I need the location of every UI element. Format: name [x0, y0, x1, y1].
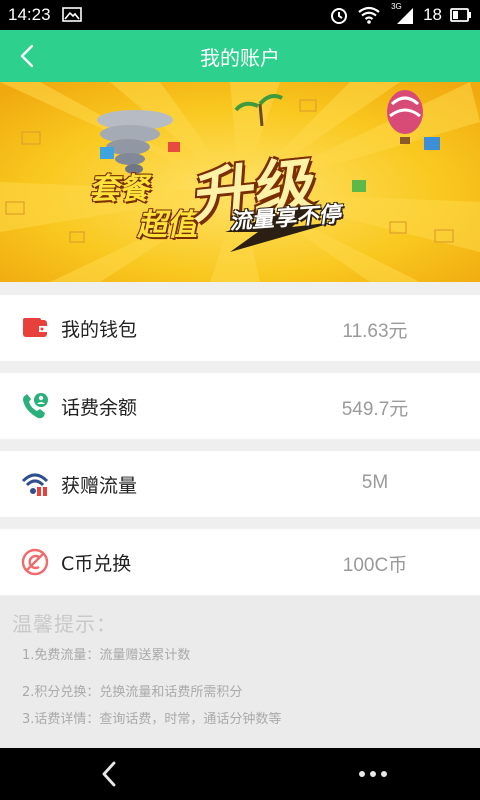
row-label: 我的钱包 — [61, 319, 138, 341]
row-value: 5M — [361, 472, 389, 493]
nav-back-icon[interactable] — [95, 759, 125, 789]
battery-level: 18 — [423, 5, 442, 24]
nav-more-icon[interactable] — [358, 769, 388, 779]
wallet-icon — [23, 318, 47, 337]
cell-signal: 3G — [391, 2, 415, 25]
wifi-gift-icon — [21, 473, 49, 496]
image-notification-icon — [62, 7, 82, 22]
row-gifted-data[interactable]: 获赠流量 5M — [0, 451, 480, 517]
battery-icon — [450, 8, 471, 22]
status-bar: 14:23 3G 18 — [0, 0, 480, 30]
alarm-icon — [331, 8, 348, 24]
tips-section: 温馨提示： 1.免费流量：流量赠送累计数 2.积分兑换：兑换流量和话费所需积分 … — [0, 596, 480, 748]
banner-text-sub: 流量享不停 — [229, 202, 345, 235]
app-bar: 我的账户 — [0, 30, 480, 82]
status-time: 14:23 — [8, 5, 51, 24]
promo-banner[interactable]: 套餐 超值 升级 流量享不停 — [0, 82, 480, 282]
tip-line: 1.免费流量：流量赠送累计数 — [22, 648, 191, 663]
coin-exchange-icon — [21, 548, 49, 576]
row-label: 获赠流量 — [61, 475, 138, 497]
row-label: C币兑换 — [61, 553, 132, 575]
tip-line: 2.积分兑换：兑换流量和话费所需积分 — [22, 685, 243, 700]
cell-signal-icon — [397, 8, 414, 24]
tips-heading: 温馨提示： — [12, 612, 117, 636]
row-label: 话费余额 — [61, 397, 138, 419]
tip-line: 3.话费详情：查询话费，时常，通话分钟数等 — [22, 712, 282, 727]
phone-balance-icon — [23, 393, 48, 419]
wifi-signal-icon — [358, 6, 380, 24]
row-value: 549.7元 — [341, 399, 409, 420]
banner-text: 套餐 超值 升级 流量享不停 — [0, 82, 480, 282]
page-title: 我的账户 — [200, 46, 280, 70]
row-value: 100C币 — [342, 555, 408, 576]
row-coin-exchange[interactable]: C币兑换 100C币 — [0, 529, 480, 595]
row-value: 11.63元 — [342, 321, 408, 342]
row-phone-balance[interactable]: 话费余额 549.7元 — [0, 373, 480, 439]
navigation-bar — [0, 748, 480, 800]
row-wallet[interactable]: 我的钱包 11.63元 — [0, 295, 480, 361]
